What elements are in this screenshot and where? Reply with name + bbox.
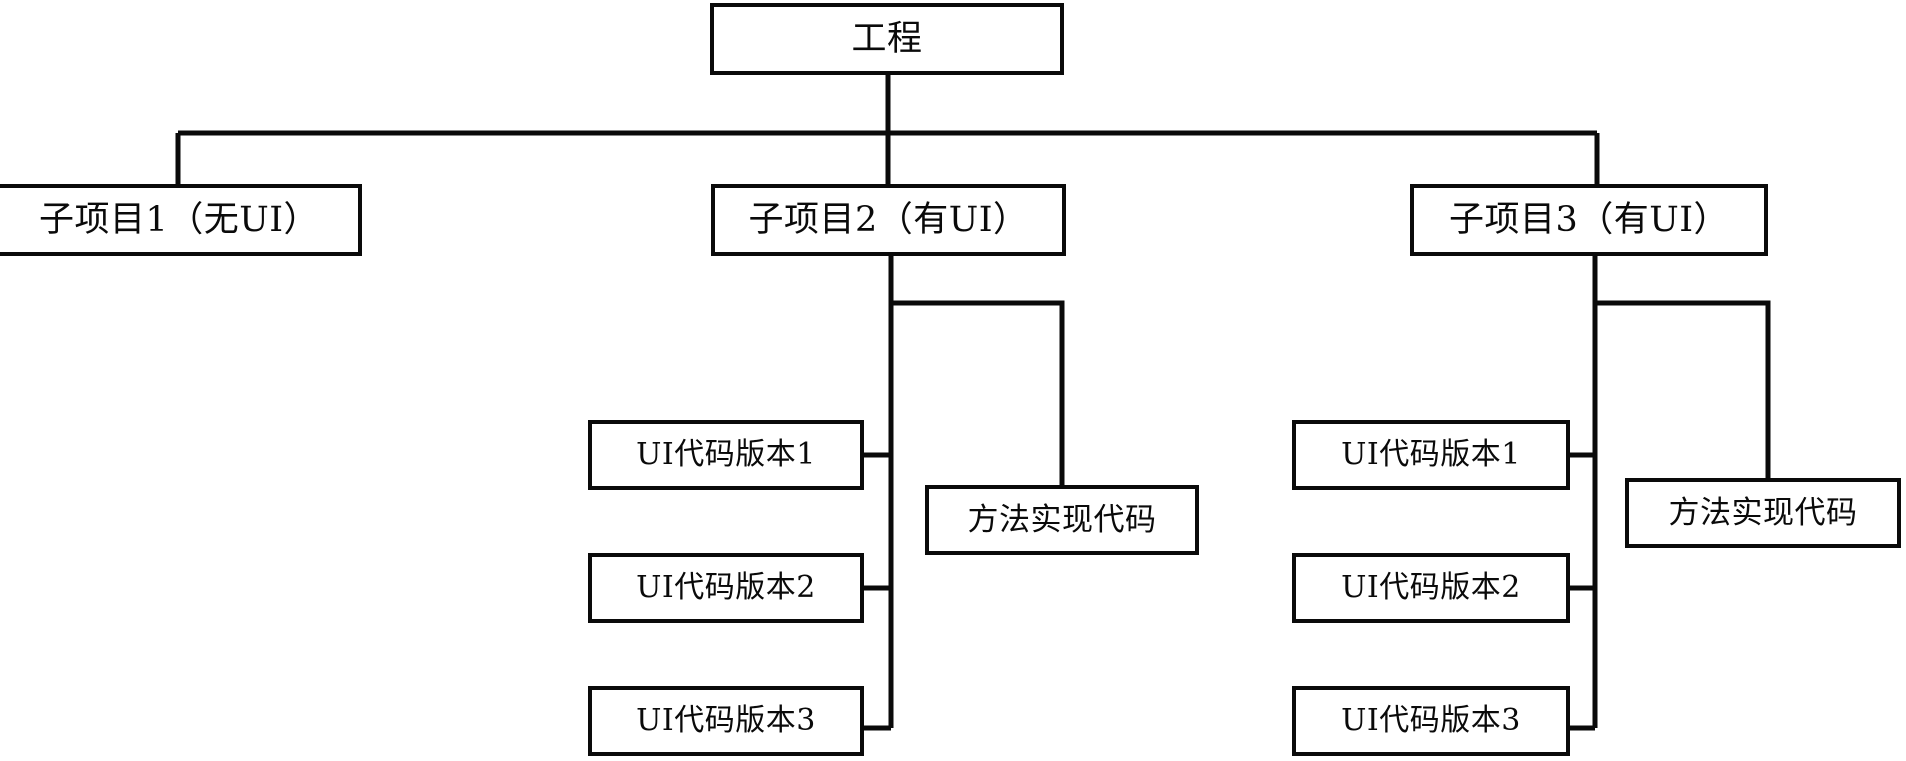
node-sub2-ui-code-version-2[interactable]: UI代码版本2 xyxy=(588,553,864,623)
connector-lines xyxy=(175,75,1771,731)
node-subproject-1[interactable]: 子项目1（无UI） xyxy=(0,184,362,256)
node-sub3-ui-code-version-3[interactable]: UI代码版本3 xyxy=(1292,686,1570,756)
edge-sub3-to-impl xyxy=(1595,300,1771,478)
node-sub3-method-implementation-code-label: 方法实现代码 xyxy=(1668,494,1858,531)
node-sub3-method-implementation-code[interactable]: 方法实现代码 xyxy=(1625,478,1901,548)
node-root-project[interactable]: 工程 xyxy=(710,3,1064,75)
node-sub2-ui-code-version-1-label: UI代码版本1 xyxy=(636,437,816,472)
node-sub2-method-implementation-code-label: 方法实现代码 xyxy=(967,501,1157,538)
edge-sub2-to-impl xyxy=(891,300,1065,485)
node-subproject-2-label: 子项目2（有UI） xyxy=(748,199,1029,240)
node-sub2-ui-code-version-3[interactable]: UI代码版本3 xyxy=(588,686,864,756)
node-subproject-1-label: 子项目1（无UI） xyxy=(38,199,320,240)
node-sub3-ui-code-version-1[interactable]: UI代码版本1 xyxy=(1292,420,1570,490)
node-sub2-ui-code-version-3-label: UI代码版本3 xyxy=(636,703,816,738)
diagram-canvas: 工程 子项目1（无UI） 子项目2（有UI） 子项目3（有UI） UI代码版本1… xyxy=(0,0,1906,761)
node-sub2-ui-code-version-2-label: UI代码版本2 xyxy=(636,570,816,605)
node-sub2-ui-code-version-1[interactable]: UI代码版本1 xyxy=(588,420,864,490)
node-root-project-label: 工程 xyxy=(851,18,923,59)
node-sub3-ui-code-version-1-label: UI代码版本1 xyxy=(1341,437,1521,472)
node-sub3-ui-code-version-3-label: UI代码版本3 xyxy=(1341,703,1521,738)
node-sub3-ui-code-version-2-label: UI代码版本2 xyxy=(1341,570,1521,605)
node-sub3-ui-code-version-2[interactable]: UI代码版本2 xyxy=(1292,553,1570,623)
node-subproject-3-label: 子项目3（有UI） xyxy=(1448,199,1730,240)
node-subproject-3[interactable]: 子项目3（有UI） xyxy=(1410,184,1768,256)
node-subproject-2[interactable]: 子项目2（有UI） xyxy=(711,184,1066,256)
node-sub2-method-implementation-code[interactable]: 方法实现代码 xyxy=(925,485,1199,555)
